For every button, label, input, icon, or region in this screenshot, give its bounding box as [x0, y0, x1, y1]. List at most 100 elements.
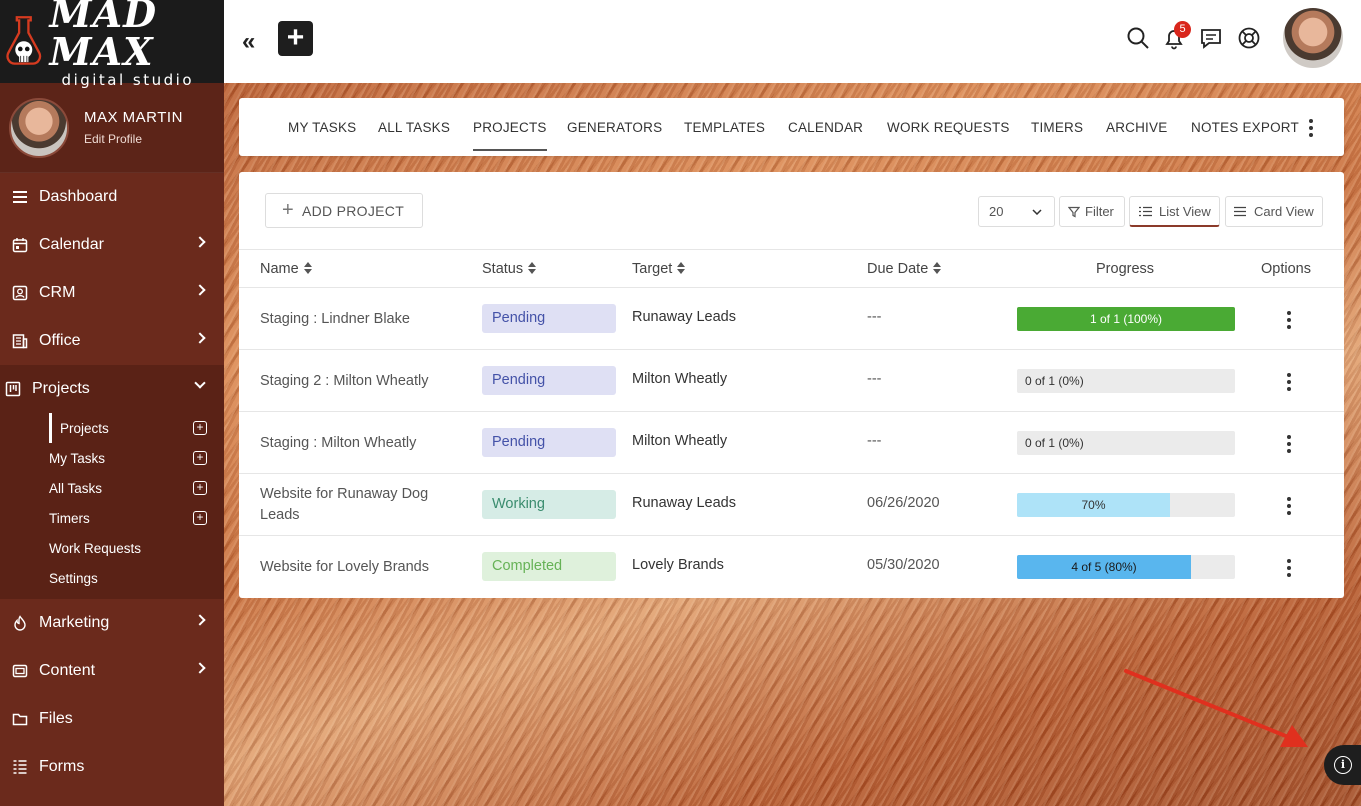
tab-calendar[interactable]: CALENDAR [788, 120, 863, 135]
tab-projects[interactable]: PROJECTS [473, 120, 547, 151]
sidebar-item-label: Content [39, 662, 96, 679]
sidebar-subitem-timers[interactable]: Timers + [0, 503, 224, 533]
collapse-sidebar-icon[interactable]: « [242, 28, 255, 56]
header-name[interactable]: Name [260, 261, 312, 277]
due-date: --- [867, 371, 882, 387]
progress-bar: 0 of 1 (0%) [1017, 431, 1235, 455]
projects-panel: + ADD PROJECT 20 Filter List View Card V… [239, 172, 1344, 598]
sidebar-item-marketing[interactable]: Marketing [0, 599, 224, 647]
brand-logo[interactable]: MAD MAX digital studio [0, 0, 224, 88]
sidebar-item-projects[interactable]: Projects [0, 365, 224, 413]
list-view-label: List View [1159, 203, 1211, 219]
sidebar-subitem-all-tasks[interactable]: All Tasks + [0, 473, 224, 503]
progress-bar: 4 of 5 (80%) [1017, 555, 1235, 579]
sidebar-item-files[interactable]: Files [0, 695, 224, 743]
project-name[interactable]: Website for Runaway Dog Leads [260, 484, 465, 526]
add-square-icon[interactable]: + [193, 451, 207, 465]
sidebar-item-dashboard[interactable]: Dashboard [0, 173, 224, 221]
search-icon[interactable] [1126, 26, 1150, 50]
quick-add-button[interactable]: + [278, 21, 313, 56]
status-badge: Pending [482, 304, 616, 333]
header-due-date[interactable]: Due Date [867, 261, 942, 277]
sidebar-item-crm[interactable]: CRM [0, 269, 224, 317]
table-row[interactable]: Staging 2 : Milton Wheatly Pending Milto… [239, 350, 1344, 412]
row-options-icon[interactable] [1287, 435, 1291, 456]
info-button[interactable]: i [1324, 745, 1361, 785]
project-name[interactable]: Staging : Lindner Blake [260, 309, 465, 330]
table-row[interactable]: Staging : Lindner Blake Pending Runaway … [239, 288, 1344, 350]
project-name[interactable]: Staging : Milton Wheatly [260, 433, 465, 454]
more-tabs-icon[interactable] [1309, 119, 1313, 140]
table-row[interactable]: Website for Runaway Dog Leads Working Ru… [239, 474, 1344, 536]
sidebar-subitem-projects[interactable]: Projects + [49, 413, 224, 443]
card-view-button[interactable]: Card View [1225, 196, 1323, 227]
chat-icon[interactable] [1199, 26, 1223, 50]
folder-icon [12, 711, 28, 727]
annotation-arrow-icon [1124, 669, 1308, 747]
add-square-icon[interactable]: + [193, 511, 207, 525]
profile-section: MAX MARTIN Edit Profile [0, 83, 224, 173]
brand-name: MAD MAX [49, 0, 158, 74]
header-label: Due Date [867, 261, 929, 277]
add-project-label: ADD PROJECT [301, 202, 405, 219]
tab-work-requests[interactable]: WORK REQUESTS [887, 120, 1010, 135]
header-label: Target [632, 261, 673, 277]
sidebar-item-label: Projects [32, 380, 90, 397]
filter-button[interactable]: Filter [1059, 196, 1125, 227]
subitem-label: Work Requests [49, 540, 142, 556]
projects-board-icon [5, 381, 21, 397]
table-row[interactable]: Website for Lovely Brands Completed Love… [239, 536, 1344, 598]
list-view-button[interactable]: List View [1129, 196, 1220, 227]
row-options-icon[interactable] [1287, 497, 1291, 518]
header-status[interactable]: Status [482, 261, 537, 277]
sidebar-item-office[interactable]: Office [0, 317, 224, 365]
add-project-button[interactable]: + ADD PROJECT [265, 193, 423, 228]
tab-my-tasks[interactable]: MY TASKS [288, 120, 356, 135]
list-view-icon [1139, 206, 1152, 216]
tab-generators[interactable]: GENERATORS [567, 120, 662, 135]
status-badge: Completed [482, 552, 616, 581]
sidebar-item-content[interactable]: Content [0, 647, 224, 695]
tab-archive[interactable]: ARCHIVE [1106, 120, 1167, 135]
page-size-value: 20 [989, 204, 1004, 219]
table-row[interactable]: Staging : Milton Wheatly Pending Milton … [239, 412, 1344, 474]
sidebar: MAD MAX digital studio MAX MARTIN Edit P… [0, 0, 224, 806]
edit-profile-link[interactable]: Edit Profile [84, 132, 183, 146]
sidebar-item-label: Marketing [39, 614, 110, 631]
row-options-icon[interactable] [1287, 559, 1291, 580]
progress-label: 0 of 1 (0%) [1025, 374, 1084, 388]
page-size-select[interactable]: 20 [978, 196, 1055, 227]
sidebar-item-forms[interactable]: Forms [0, 743, 224, 791]
row-options-icon[interactable] [1287, 373, 1291, 394]
project-name[interactable]: Staging 2 : Milton Wheatly [260, 371, 465, 392]
tab-all-tasks[interactable]: ALL TASKS [378, 120, 450, 135]
tab-timers[interactable]: TIMERS [1031, 120, 1083, 135]
status-badge: Pending [482, 428, 616, 457]
sort-icon [528, 262, 537, 275]
tab-notes-export[interactable]: NOTES EXPORT [1191, 120, 1299, 135]
sidebar-item-calendar[interactable]: Calendar [0, 221, 224, 269]
header-options: Options [1261, 261, 1311, 277]
add-square-icon[interactable]: + [193, 421, 207, 435]
chevron-right-icon [194, 332, 206, 344]
avatar[interactable] [9, 97, 69, 158]
menu-lines-icon [12, 189, 28, 205]
header-target[interactable]: Target [632, 261, 686, 277]
user-avatar[interactable] [1283, 8, 1343, 68]
row-options-icon[interactable] [1287, 311, 1291, 332]
header-progress: Progress [1096, 261, 1155, 277]
sidebar-item-label: Dashboard [39, 188, 118, 205]
progress-label: 1 of 1 (100%) [1089, 312, 1163, 326]
chevron-right-icon [194, 236, 206, 248]
projects-section: Projects Projects + My Tasks + All Tasks… [0, 365, 224, 599]
sidebar-subitem-my-tasks[interactable]: My Tasks + [0, 443, 224, 473]
sidebar-subitem-settings[interactable]: Settings [0, 563, 224, 593]
header-label: Status [482, 261, 524, 277]
tab-templates[interactable]: TEMPLATES [684, 120, 765, 135]
add-square-icon[interactable]: + [193, 481, 207, 495]
project-name[interactable]: Website for Lovely Brands [260, 557, 465, 578]
help-lifebuoy-icon[interactable] [1237, 26, 1261, 50]
contact-card-icon [12, 285, 28, 301]
flame-icon [12, 615, 28, 631]
sidebar-subitem-work-requests[interactable]: Work Requests [0, 533, 224, 563]
